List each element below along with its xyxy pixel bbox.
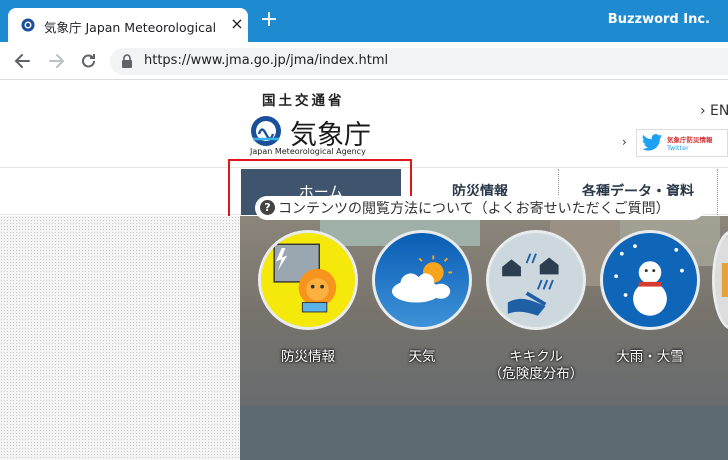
hazard-map-icon (489, 233, 583, 327)
chevron-right-icon: › (622, 135, 627, 149)
left-pattern-background (0, 216, 240, 460)
english-link[interactable]: › EN (700, 103, 728, 119)
twitter-bird-icon (641, 134, 663, 151)
lock-icon (122, 54, 132, 68)
tile-bousai[interactable] (258, 230, 358, 330)
back-arrow-icon[interactable] (12, 51, 34, 71)
address-bar[interactable]: https://www.jma.go.jp/jma/index.html (110, 48, 728, 75)
tile-ooame-ooyuki[interactable] (600, 230, 700, 330)
hero-floor (240, 406, 728, 460)
url-text[interactable]: https://www.jma.go.jp/jma/index.html (144, 53, 388, 68)
tab-close-icon[interactable]: × (228, 14, 246, 34)
ministry-label: 国土交通省 (262, 93, 345, 109)
new-tab-button[interactable]: + (259, 9, 279, 31)
browser-tab-bar: 気象庁 Japan Meteorological Agency × + Buzz… (0, 0, 728, 42)
tile-weather[interactable] (372, 230, 472, 330)
twitter-label: 気象庁防災情報 (667, 136, 713, 144)
reload-icon[interactable] (78, 51, 100, 71)
tile-label-bousai[interactable]: 防災情報 (258, 345, 358, 365)
site-logo-english: Japan Meteorological Agency (250, 147, 366, 156)
help-bar[interactable]: ? コンテンツの閲覧方法について（よくお寄せいただくご質問） (255, 196, 704, 220)
browser-toolbar: https://www.jma.go.jp/jma/index.html (0, 42, 728, 80)
tab-title: 気象庁 Japan Meteorological Agency (44, 20, 220, 35)
tile-label-weather[interactable]: 天気 (372, 345, 472, 365)
tile-label-ooame-ooyuki[interactable]: 大雨・大雪 (600, 345, 700, 365)
twitter-banner[interactable]: 気象庁防災情報 Twitter (636, 129, 728, 157)
question-icon: ? (260, 200, 275, 215)
jma-logo-icon[interactable] (250, 115, 282, 147)
sun-cloud-icon (375, 233, 469, 327)
jma-favicon-icon (21, 18, 35, 32)
forward-arrow-icon[interactable] (45, 51, 67, 71)
snowman-icon (603, 233, 697, 327)
profile-name[interactable]: Buzzword Inc. (608, 12, 710, 27)
twitter-sub-label: Twitter (667, 144, 689, 152)
help-link[interactable]: コンテンツの閲覧方法について（よくお寄せいただくご質問） (278, 198, 670, 218)
tile-sublabel-kikikuru[interactable]: （危険度分布） (486, 362, 586, 382)
site-header: 国土交通省 気象庁 Japan Meteorological Agency › … (0, 81, 728, 167)
browser-tab[interactable]: 気象庁 Japan Meteorological Agency × (8, 8, 248, 42)
partial-tile-icon (715, 237, 728, 323)
disaster-info-icon (261, 233, 355, 327)
tile-kikikuru[interactable] (486, 230, 586, 330)
